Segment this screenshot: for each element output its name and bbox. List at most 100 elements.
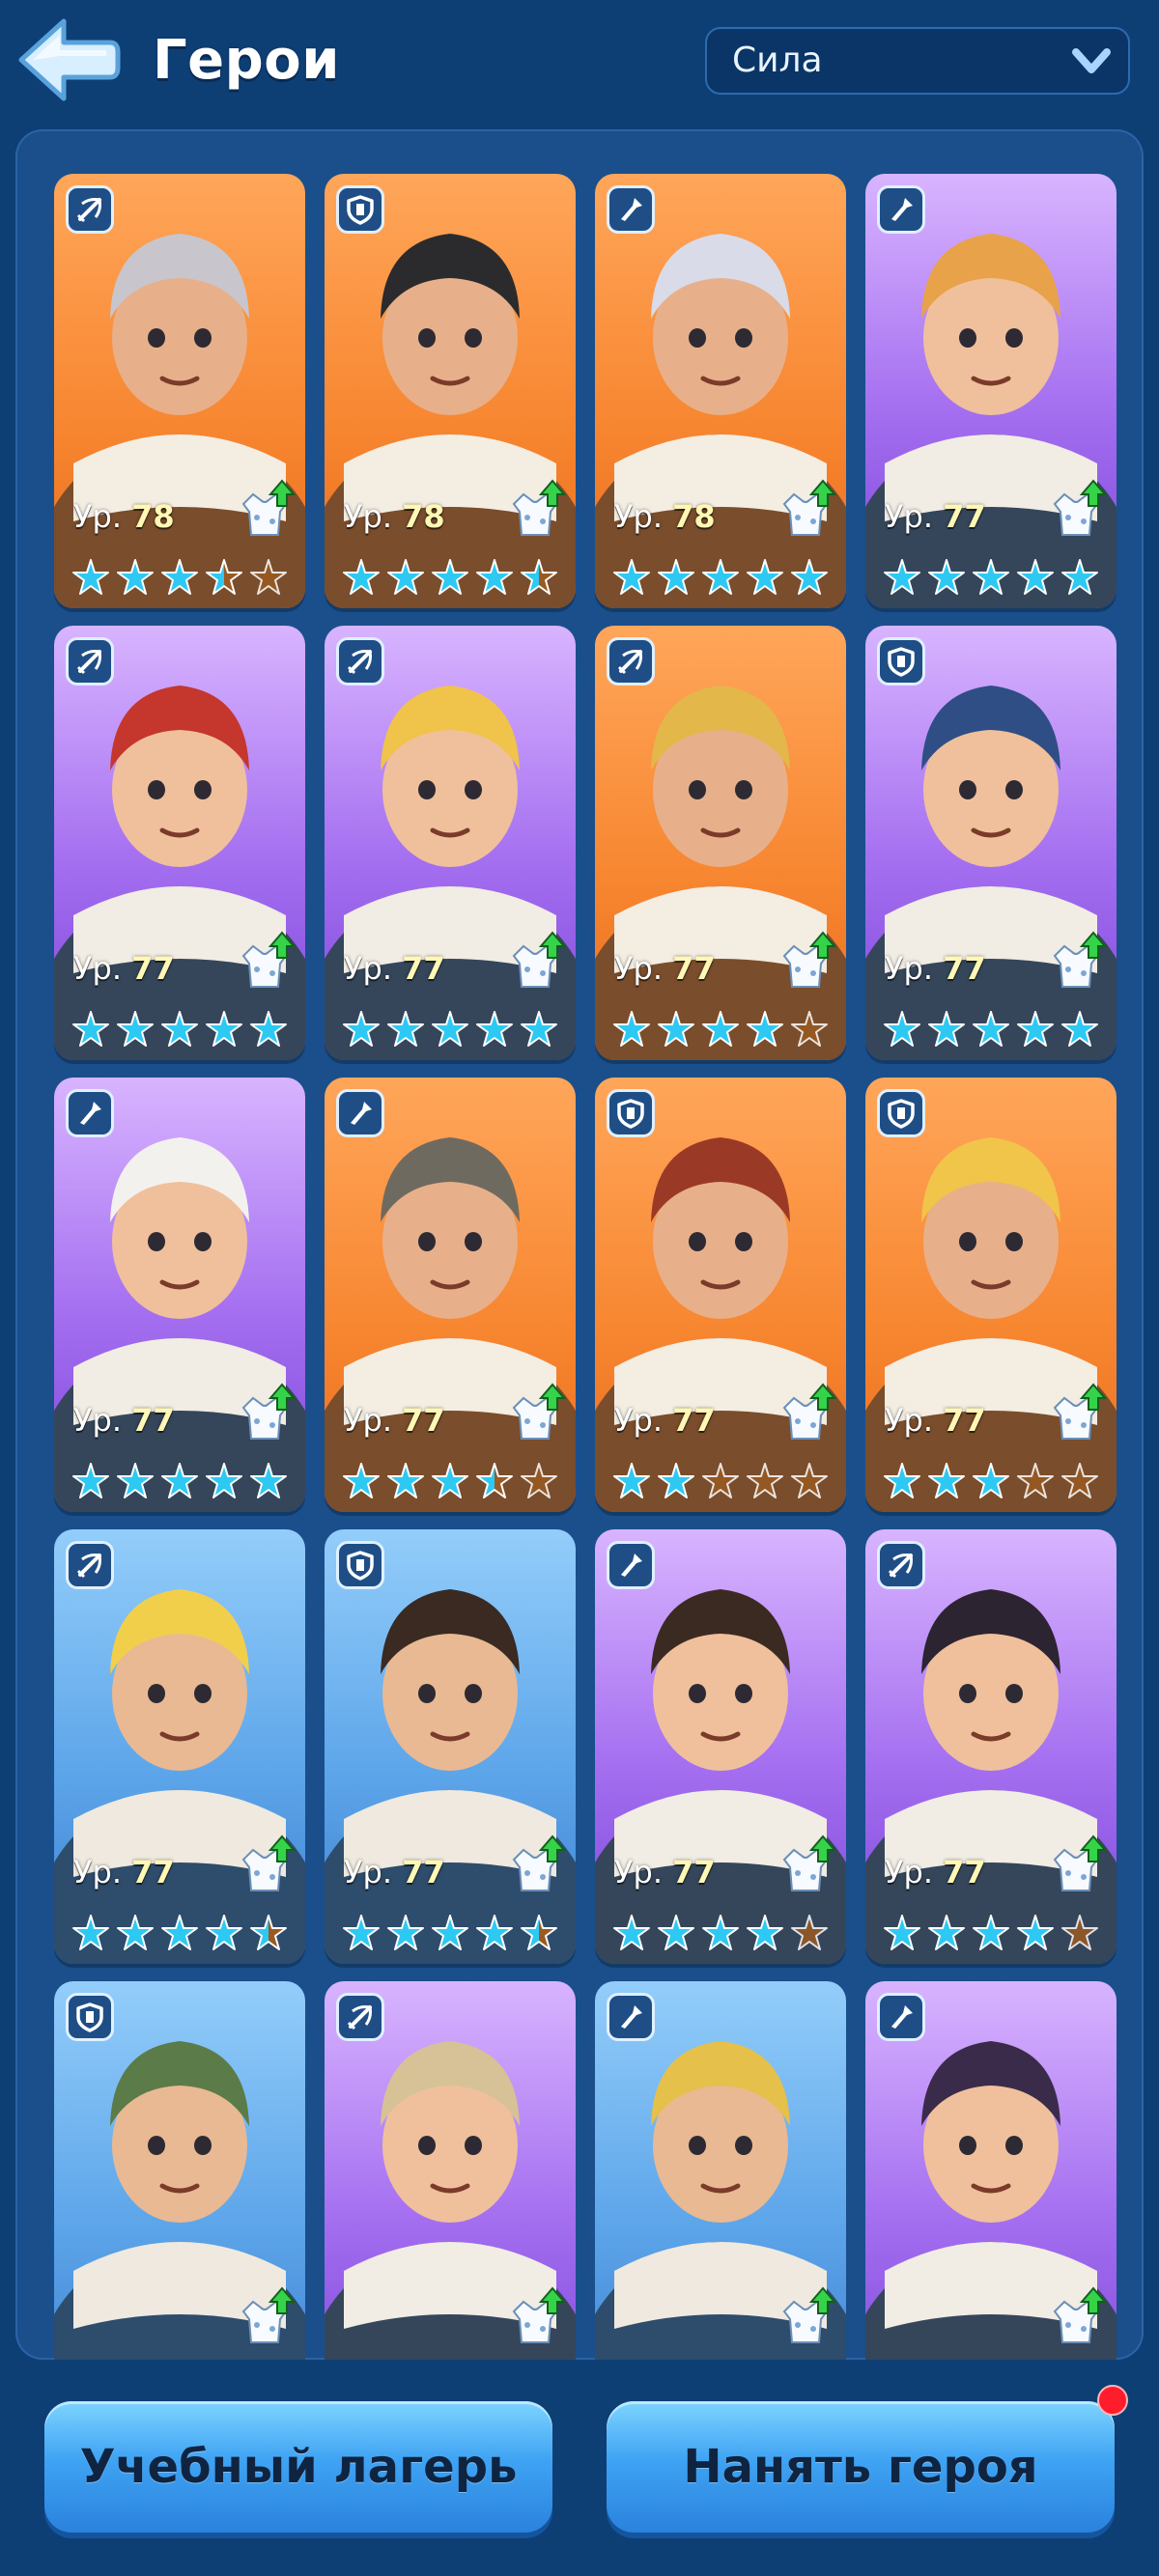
- hero-card[interactable]: [54, 1981, 305, 2360]
- spear-icon: [351, 1102, 372, 1125]
- gear-upgrade-icon: [512, 931, 566, 988]
- star-half-icon: [250, 1915, 287, 1950]
- hero-card[interactable]: Ур. 77: [54, 1078, 305, 1512]
- training-camp-label: Учебный лагерь: [79, 2440, 518, 2494]
- hero-card[interactable]: Ур. 77: [325, 1529, 576, 1964]
- hero-level-prefix: Ур.: [344, 950, 403, 987]
- hero-class-badge: [607, 1089, 655, 1137]
- star-filled-icon: [973, 1915, 1009, 1950]
- star-filled-icon: [161, 1463, 198, 1498]
- star-filled-icon: [117, 559, 154, 595]
- hero-card[interactable]: Ур. 78: [595, 174, 846, 608]
- star-filled-icon: [747, 1915, 783, 1950]
- hero-level-prefix: Ур.: [614, 498, 673, 535]
- hero-star-rating: [70, 1912, 292, 1954]
- hero-card[interactable]: Ур. 77: [595, 1529, 846, 1964]
- hero-star-rating: [340, 1460, 562, 1502]
- hire-hero-label: Нанять героя: [683, 2440, 1038, 2494]
- gear-upgrade-icon: [241, 931, 296, 988]
- hero-card[interactable]: Ур. 78: [325, 174, 576, 608]
- star-filled-icon: [747, 559, 783, 595]
- star-filled-icon: [928, 1915, 965, 1950]
- gear-upgrade-icon: [241, 1383, 296, 1440]
- hero-class-badge: [336, 1089, 384, 1137]
- hero-level: Ур. 77: [885, 1402, 986, 1439]
- back-arrow-icon: [18, 18, 121, 101]
- hero-card[interactable]: Ур. 77: [865, 1078, 1117, 1512]
- hero-card[interactable]: Ур. 77: [595, 1078, 846, 1512]
- hero-class-badge: [607, 637, 655, 686]
- star-empty-icon: [1061, 1915, 1098, 1950]
- hero-level-value: 77: [943, 950, 986, 987]
- hero-list-panel[interactable]: Ур. 78 Ур. 78 Ур. 78 Ур. 77 Ур. 77 Ур. 77 Ур. …: [15, 129, 1144, 2360]
- hero-class-badge: [66, 185, 114, 234]
- hero-card[interactable]: Ур. 77: [325, 626, 576, 1060]
- star-filled-icon: [432, 1463, 468, 1498]
- hero-class-badge: [877, 185, 925, 234]
- hero-card[interactable]: Ур. 77: [865, 174, 1117, 608]
- hero-card[interactable]: Ур. 77: [865, 626, 1117, 1060]
- star-filled-icon: [884, 1011, 920, 1047]
- star-empty-icon: [1061, 1463, 1098, 1498]
- hero-card[interactable]: [325, 1981, 576, 2360]
- gear-upgrade-icon: [782, 2286, 836, 2343]
- star-filled-icon: [613, 1915, 650, 1950]
- hero-level-value: 77: [672, 1854, 716, 1890]
- hero-level-prefix: Ур.: [614, 1402, 673, 1439]
- hero-level: Ур. 77: [885, 498, 986, 535]
- star-filled-icon: [117, 1011, 154, 1047]
- hero-level-value: 77: [672, 950, 716, 987]
- shield-icon: [347, 195, 374, 225]
- hero-level: Ур. 77: [73, 950, 175, 987]
- hero-card[interactable]: [595, 1981, 846, 2360]
- crossbow-icon: [76, 650, 101, 675]
- hero-level-value: 77: [943, 1402, 986, 1439]
- hero-level-value: 77: [943, 1854, 986, 1890]
- hero-level-prefix: Ур.: [73, 1402, 132, 1439]
- star-filled-icon: [343, 559, 380, 595]
- hero-card[interactable]: Ур. 78: [54, 174, 305, 608]
- star-filled-icon: [613, 1463, 650, 1498]
- hire-hero-button[interactable]: Нанять героя: [607, 2401, 1115, 2533]
- star-empty-icon: [521, 1463, 557, 1498]
- star-half-icon: [521, 1915, 557, 1950]
- star-filled-icon: [343, 1011, 380, 1047]
- hero-card[interactable]: Ур. 77: [54, 626, 305, 1060]
- sort-dropdown[interactable]: Сила: [705, 27, 1130, 95]
- back-button[interactable]: [14, 14, 122, 106]
- star-filled-icon: [521, 1011, 557, 1047]
- star-filled-icon: [476, 1011, 513, 1047]
- hero-level: Ур. 77: [344, 950, 445, 987]
- hero-level: Ур. 78: [344, 498, 445, 535]
- hero-level-value: 77: [672, 1402, 716, 1439]
- hero-portrait: [325, 1137, 576, 1512]
- hero-star-rating: [340, 1912, 562, 1954]
- shield-icon: [888, 647, 915, 677]
- star-filled-icon: [658, 1915, 694, 1950]
- gear-upgrade-icon: [241, 1834, 296, 1891]
- hero-portrait: [595, 686, 846, 1060]
- star-filled-icon: [250, 1463, 287, 1498]
- hero-card[interactable]: Ур. 77: [865, 1529, 1117, 1964]
- hero-level-prefix: Ур.: [73, 1854, 132, 1890]
- star-filled-icon: [973, 1463, 1009, 1498]
- hero-card[interactable]: Ур. 77: [595, 626, 846, 1060]
- star-filled-icon: [161, 1915, 198, 1950]
- hero-class-badge: [336, 637, 384, 686]
- hero-class-badge: [607, 1993, 655, 2041]
- hero-portrait: [595, 1137, 846, 1512]
- star-filled-icon: [973, 559, 1009, 595]
- hero-portrait: [595, 1589, 846, 1964]
- hero-star-rating: [610, 1008, 833, 1050]
- hero-card[interactable]: Ур. 77: [54, 1529, 305, 1964]
- sort-selected-value: Сила: [732, 41, 823, 80]
- hero-portrait: [54, 1137, 305, 1512]
- spear-icon: [621, 1554, 642, 1577]
- hero-card[interactable]: [865, 1981, 1117, 2360]
- star-filled-icon: [884, 1915, 920, 1950]
- hero-level: Ур. 77: [344, 1402, 445, 1439]
- hero-card[interactable]: Ур. 77: [325, 1078, 576, 1512]
- hero-grid: Ур. 78 Ур. 78 Ур. 78 Ур. 77 Ур. 77 Ур. 77 Ур. …: [54, 174, 1117, 2360]
- hero-level-prefix: Ур.: [885, 950, 944, 987]
- training-camp-button[interactable]: Учебный лагерь: [44, 2401, 552, 2533]
